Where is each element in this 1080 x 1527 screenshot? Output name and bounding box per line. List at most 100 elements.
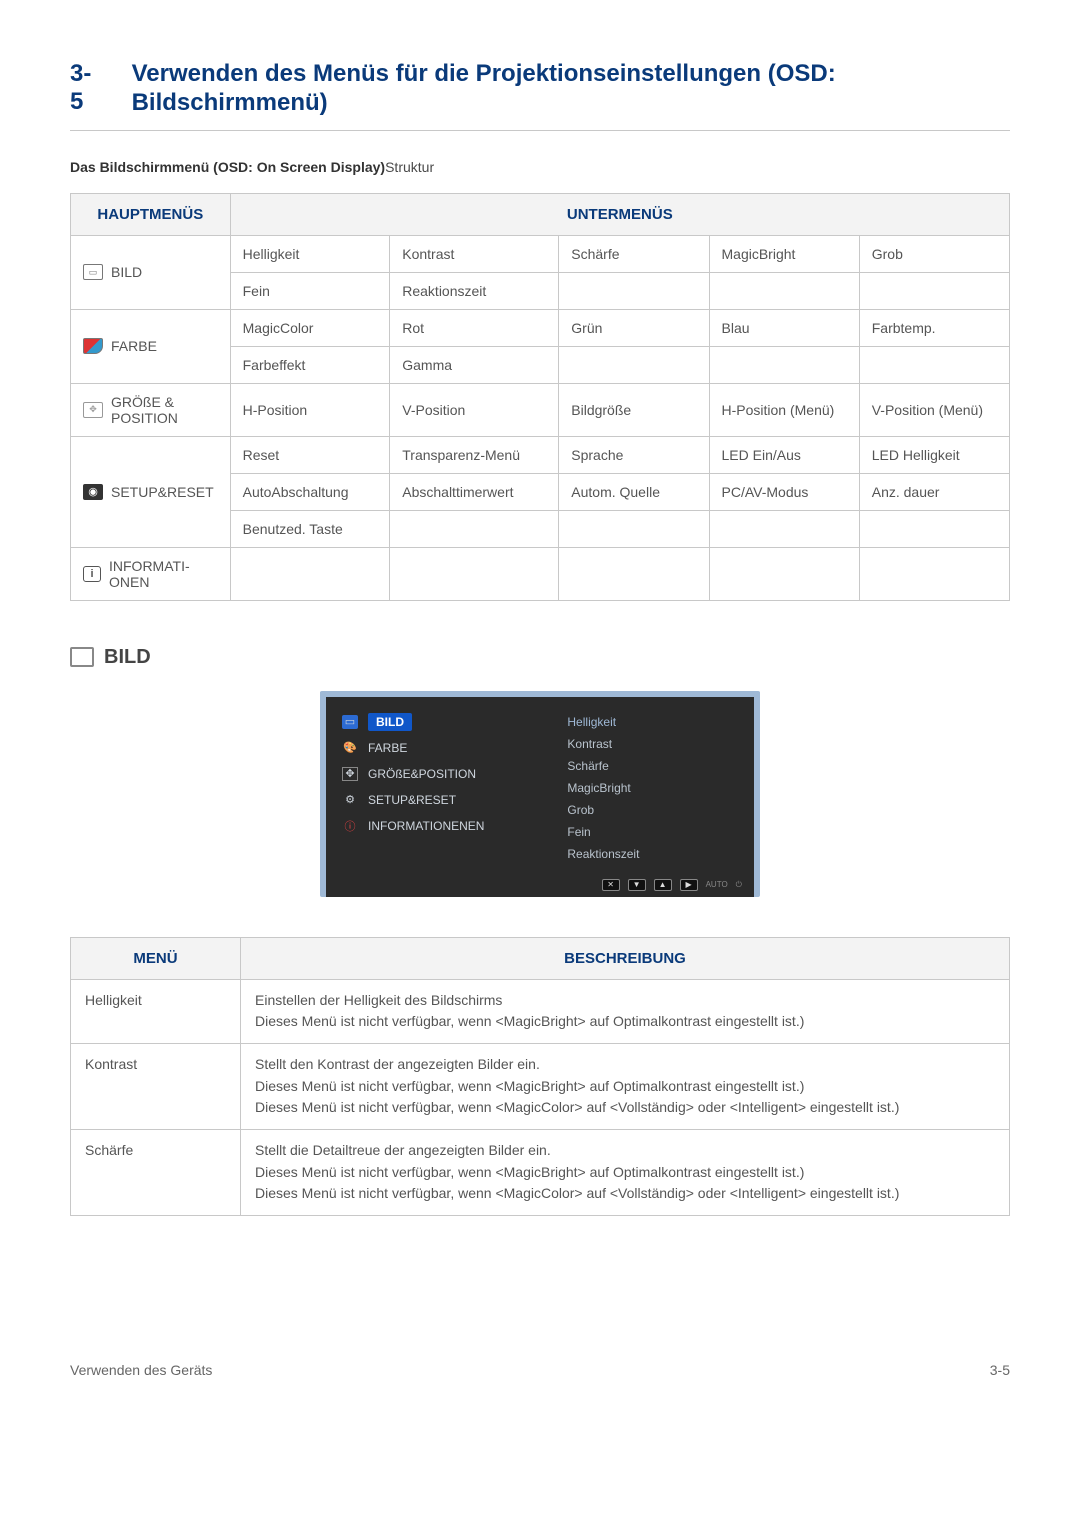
- cell: [559, 510, 709, 547]
- cell: Rot: [390, 309, 559, 346]
- cell: [859, 547, 1009, 600]
- bild-heading: BILD: [70, 646, 1010, 669]
- structure-caption-rest: Struktur: [385, 159, 434, 175]
- main-info: i INFORMATI-ONEN: [71, 547, 231, 600]
- osd-sub-magicbright: MagicBright: [567, 777, 754, 799]
- osd-item-info: INFORMATIONENEN: [368, 819, 484, 833]
- cell: LED Ein/Aus: [709, 436, 859, 473]
- osd-item-setup: SETUP&RESET: [368, 793, 456, 807]
- main-label: GRÖßE & POSITION: [111, 394, 218, 426]
- osd-sub-helligkeit: Helligkeit: [567, 711, 754, 733]
- desc-line: Stellt die Detailtreue der angezeigten B…: [255, 1140, 995, 1162]
- osd-bottom-bar: ✕ ▼ ▲ ▶ AUTO ⏻: [602, 879, 742, 891]
- osd-sub-grob: Grob: [567, 799, 754, 821]
- main-size: ✥ GRÖßE & POSITION: [71, 383, 231, 436]
- main-farbe: FARBE: [71, 309, 231, 383]
- description-table: MENÜ BESCHREIBUNG Helligkeit Einstellen …: [70, 937, 1010, 1217]
- osd-item-farbe: FARBE: [368, 741, 407, 755]
- cell: MagicBright: [709, 235, 859, 272]
- section-number: 3-5: [70, 60, 104, 116]
- main-label: FARBE: [111, 338, 218, 354]
- menu-schaerfe: Schärfe: [71, 1130, 241, 1216]
- osd-screenshot: ▭BILD 🎨FARBE ✥GRÖßE&POSITION ⚙SETUP&RESE…: [320, 691, 760, 897]
- desc-schaerfe: Stellt die Detailtreue der angezeigten B…: [241, 1130, 1010, 1216]
- cell: V-Position: [390, 383, 559, 436]
- main-setup: ◉SETUP&RESET: [71, 436, 231, 547]
- bild-heading-text: BILD: [104, 646, 151, 669]
- osd-key-up-icon: ▲: [654, 879, 672, 891]
- main-bild: ▭BILD: [71, 235, 231, 309]
- osd-bild-icon: ▭: [342, 715, 358, 729]
- info-icon: i: [83, 566, 101, 582]
- cell: [859, 272, 1009, 309]
- desc-helligkeit: Einstellen der Helligkeit des Bildschirm…: [241, 979, 1010, 1043]
- cell: [390, 547, 559, 600]
- bild-heading-icon: [70, 647, 94, 667]
- osd-power-icon: ⏻: [736, 880, 742, 890]
- th-sub: UNTERMENÜS: [230, 193, 1009, 235]
- desc-line: Einstellen der Helligkeit des Bildschirm…: [255, 990, 995, 1012]
- osd-gear-icon: ⚙: [342, 793, 358, 807]
- footer-right: 3-5: [990, 1362, 1010, 1378]
- brightness-icon: ▭: [83, 264, 103, 280]
- cell: Blau: [709, 309, 859, 346]
- cell: [559, 547, 709, 600]
- cell: Fein: [230, 272, 390, 309]
- osd-item-bild: BILD: [368, 713, 412, 731]
- cell: [859, 346, 1009, 383]
- cell: Autom. Quelle: [559, 473, 709, 510]
- desc-line: Dieses Menü ist nicht verfügbar, wenn <M…: [255, 1162, 995, 1184]
- cell: H-Position: [230, 383, 390, 436]
- cell: Benutzed. Taste: [230, 510, 390, 547]
- cell: [230, 547, 390, 600]
- arrows-icon: ✥: [83, 402, 103, 418]
- desc-kontrast: Stellt den Kontrast der angezeigten Bild…: [241, 1043, 1010, 1129]
- menu-kontrast: Kontrast: [71, 1043, 241, 1129]
- cell: Abschalttimerwert: [390, 473, 559, 510]
- desc-line: Dieses Menü ist nicht verfügbar, wenn <M…: [255, 1183, 995, 1205]
- cell: LED Helligkeit: [859, 436, 1009, 473]
- cell: Grün: [559, 309, 709, 346]
- osd-left-pane: ▭BILD 🎨FARBE ✥GRÖßE&POSITION ⚙SETUP&RESE…: [326, 697, 561, 897]
- section-header: 3-5 Verwenden des Menüs für die Projekti…: [70, 60, 1010, 131]
- osd-auto-label: AUTO: [706, 880, 728, 889]
- cell: H-Position (Menü): [709, 383, 859, 436]
- cell: [559, 272, 709, 309]
- cell: MagicColor: [230, 309, 390, 346]
- cell: Bildgröße: [559, 383, 709, 436]
- structure-table: HAUPTMENÜS UNTERMENÜS ▭BILD Helligkeit K…: [70, 193, 1010, 601]
- cell: AutoAbschaltung: [230, 473, 390, 510]
- cell: Helligkeit: [230, 235, 390, 272]
- osd-size-icon: ✥: [342, 767, 358, 781]
- th-menu: MENÜ: [71, 937, 241, 979]
- menu-helligkeit: Helligkeit: [71, 979, 241, 1043]
- cell: Farbtemp.: [859, 309, 1009, 346]
- desc-line: Dieses Menü ist nicht verfügbar, wenn <M…: [255, 1076, 995, 1098]
- cell: [390, 510, 559, 547]
- cell: Sprache: [559, 436, 709, 473]
- osd-item-size: GRÖßE&POSITION: [368, 767, 476, 781]
- cell: Reaktionszeit: [390, 272, 559, 309]
- desc-line: Dieses Menü ist nicht verfügbar, wenn <M…: [255, 1097, 995, 1119]
- osd-right-pane: Helligkeit Kontrast Schärfe MagicBright …: [561, 697, 754, 897]
- gear-icon: ◉: [83, 484, 103, 500]
- cell: [709, 510, 859, 547]
- footer-left: Verwenden des Geräts: [70, 1362, 212, 1378]
- cell: [559, 346, 709, 383]
- cell: Transparenz-Menü: [390, 436, 559, 473]
- desc-line: Stellt den Kontrast der angezeigten Bild…: [255, 1054, 995, 1076]
- th-desc: BESCHREIBUNG: [241, 937, 1010, 979]
- cell: Gamma: [390, 346, 559, 383]
- osd-sub-kontrast: Kontrast: [567, 733, 754, 755]
- structure-caption: Das Bildschirmmenü (OSD: On Screen Displ…: [70, 159, 1010, 175]
- osd-key-down-icon: ▼: [628, 879, 646, 891]
- cell: [709, 272, 859, 309]
- cell: [709, 547, 859, 600]
- cell: V-Position (Menü): [859, 383, 1009, 436]
- th-main: HAUPTMENÜS: [71, 193, 231, 235]
- osd-sub-schaerfe: Schärfe: [567, 755, 754, 777]
- palette-icon: [83, 338, 103, 354]
- cell: [859, 510, 1009, 547]
- main-label: INFORMATI-ONEN: [109, 558, 218, 590]
- cell: Grob: [859, 235, 1009, 272]
